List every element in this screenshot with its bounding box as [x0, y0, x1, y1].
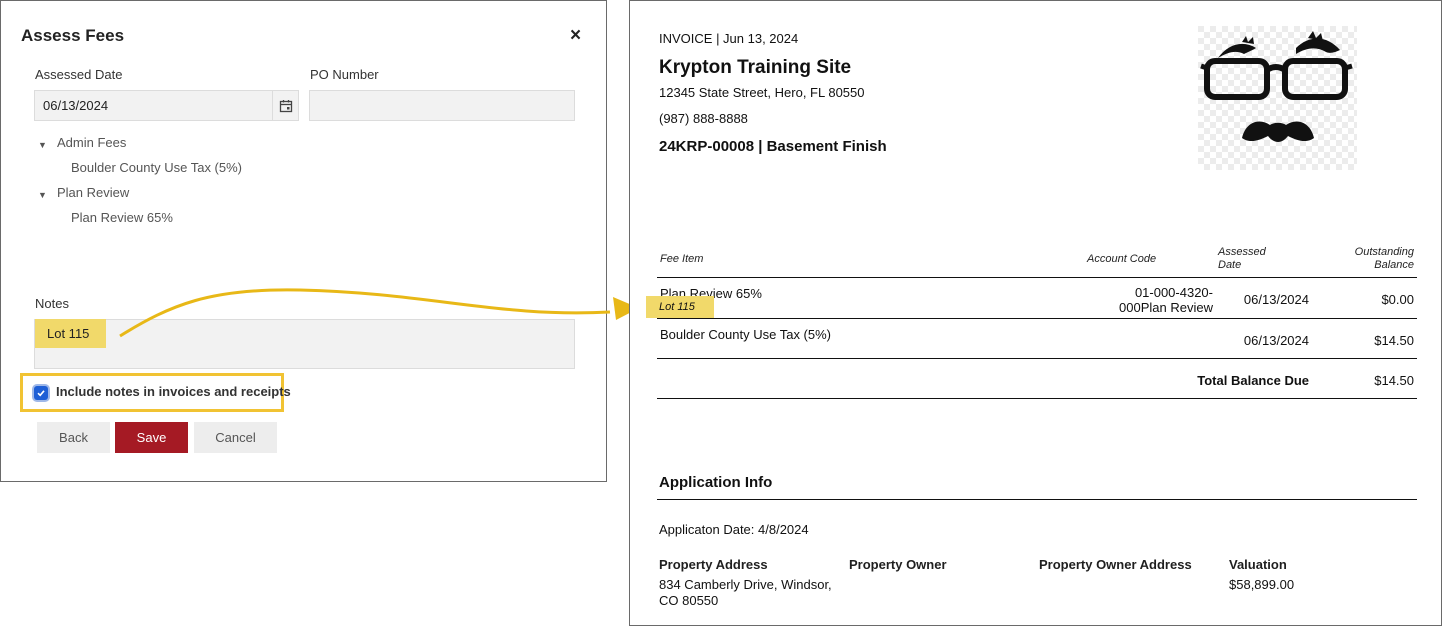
org-name: Krypton Training Site [659, 57, 852, 78]
row1-account-code-1: 01-000-4320- [1134, 285, 1213, 300]
total-value: $14.50 [1374, 373, 1414, 388]
property-address-line2: CO 80550 [659, 593, 719, 608]
invoice-header: INVOICE | Jun 13, 2024 [659, 31, 799, 46]
col-fee-item: Fee Item [660, 253, 704, 265]
table-divider [657, 277, 1417, 278]
valuation-value: $58,899.00 [1229, 577, 1295, 592]
row2-fee-item: Boulder County Use Tax (5%) [660, 327, 832, 342]
fee-item-plan-review[interactable]: Plan Review 65% [71, 210, 173, 225]
org-street: 12345 State Street, Hero, FL 80550 [659, 85, 865, 100]
col-assessed-date-2: Date [1218, 259, 1242, 271]
property-owner-address-label: Property Owner Address [1039, 557, 1192, 572]
calendar-icon[interactable] [272, 90, 299, 121]
col-outstanding-2: Balance [1374, 259, 1414, 271]
back-button[interactable]: Back [37, 422, 110, 453]
project-title: 24KRP-00008 | Basement Finish [659, 138, 887, 155]
glasses-mustache-logo [1198, 26, 1357, 170]
org-phone: (987) 888-8888 [659, 111, 748, 126]
section-divider [657, 499, 1417, 500]
valuation-label: Valuation [1229, 557, 1287, 572]
notes-value: Lot 115 [35, 319, 106, 348]
row2-assessed-date: 06/13/2024 [1243, 333, 1309, 348]
notes-textarea[interactable] [34, 319, 575, 369]
application-date: Applicaton Date: 4/8/2024 [659, 522, 809, 537]
assessed-date-input[interactable]: 06/13/2024 [34, 90, 299, 121]
fee-group-admin-fees[interactable]: Admin Fees [57, 135, 126, 150]
fee-item-use-tax[interactable]: Boulder County Use Tax (5%) [71, 160, 242, 175]
close-icon[interactable]: × [570, 25, 581, 47]
assessed-date-label: Assessed Date [35, 67, 123, 82]
save-button[interactable]: Save [115, 422, 188, 453]
po-number-input[interactable] [309, 90, 575, 121]
table-divider [657, 318, 1417, 319]
row1-assessed-date: 06/13/2024 [1243, 292, 1309, 307]
table-divider [657, 358, 1417, 359]
col-account-code: Account Code [1087, 253, 1157, 265]
dialog-title: Assess Fees [21, 26, 125, 45]
row1-balance: $0.00 [1381, 292, 1414, 307]
table-divider [657, 398, 1417, 399]
fee-group-plan-review[interactable]: Plan Review [57, 185, 129, 200]
include-notes-checkbox[interactable] [34, 386, 48, 400]
include-notes-label[interactable]: Include notes in invoices and receipts [56, 384, 291, 399]
cancel-button[interactable]: Cancel [194, 422, 277, 453]
property-address-line1: 834 Camberly Drive, Windsor, [659, 577, 832, 592]
property-address-label: Property Address [659, 557, 768, 572]
caret-down-icon[interactable]: ▼ [38, 140, 47, 150]
property-owner-label: Property Owner [849, 557, 947, 572]
row1-account-code-2: 000Plan Review [1119, 300, 1213, 315]
po-number-label: PO Number [310, 67, 379, 82]
col-assessed-date-1: Assessed [1218, 246, 1266, 258]
notes-label: Notes [35, 296, 69, 311]
application-info-title: Application Info [659, 474, 773, 491]
caret-down-icon[interactable]: ▼ [38, 190, 47, 200]
check-icon [37, 390, 45, 397]
row1-note: Lot 115 [646, 296, 714, 318]
row2-balance: $14.50 [1374, 333, 1414, 348]
total-label: Total Balance Due [1197, 373, 1309, 388]
col-outstanding-1: Outstanding [1354, 246, 1414, 258]
